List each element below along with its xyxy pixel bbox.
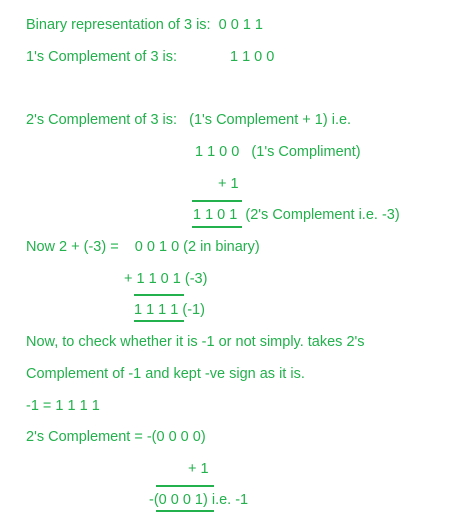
minus-one-binary: -1 = 1 1 1 1 [26, 398, 100, 414]
twos-complement-result: 1 1 0 1 (2's Complement i.e. -3) [193, 207, 400, 223]
final-rule-bottom [156, 510, 214, 512]
explanation-line-1: Now, to check whether it is -1 or not si… [26, 334, 365, 350]
addition-result: 1 1 1 1 (-1) [134, 302, 205, 318]
twos-complement-heading: 2's Complement of 3 is: (1's Complement … [26, 112, 352, 128]
ones-compliment-step: 1 1 0 0 (1's Compliment) [195, 144, 361, 160]
addition-second-operand: + 1 1 0 1 (-3) [124, 271, 208, 287]
addition-rule-top [134, 294, 184, 296]
sum-rule-top [192, 200, 242, 202]
ones-complement-label: 1's Complement of 3 is: [26, 49, 178, 65]
twos-complement-zero-line: 2's Complement = -(0 0 0 0) [26, 429, 206, 445]
ones-complement-value: 1 1 0 0 [230, 49, 275, 65]
plus-one-step: + 1 [218, 176, 239, 192]
addition-rule-bottom [134, 320, 184, 322]
final-rule-top [156, 485, 214, 487]
explanation-line-2: Complement of -1 and kept -ve sign as it… [26, 366, 305, 382]
addition-equation-line: Now 2 + (-3) = 0 0 1 0 (2 in binary) [26, 239, 260, 255]
final-plus-one: + 1 [188, 461, 209, 477]
sum-rule-bottom [192, 226, 242, 228]
final-result: -(0 0 0 1) i.e. -1 [149, 492, 249, 508]
binary-representation-line: Binary representation of 3 is: 0 0 1 1 [26, 17, 263, 33]
